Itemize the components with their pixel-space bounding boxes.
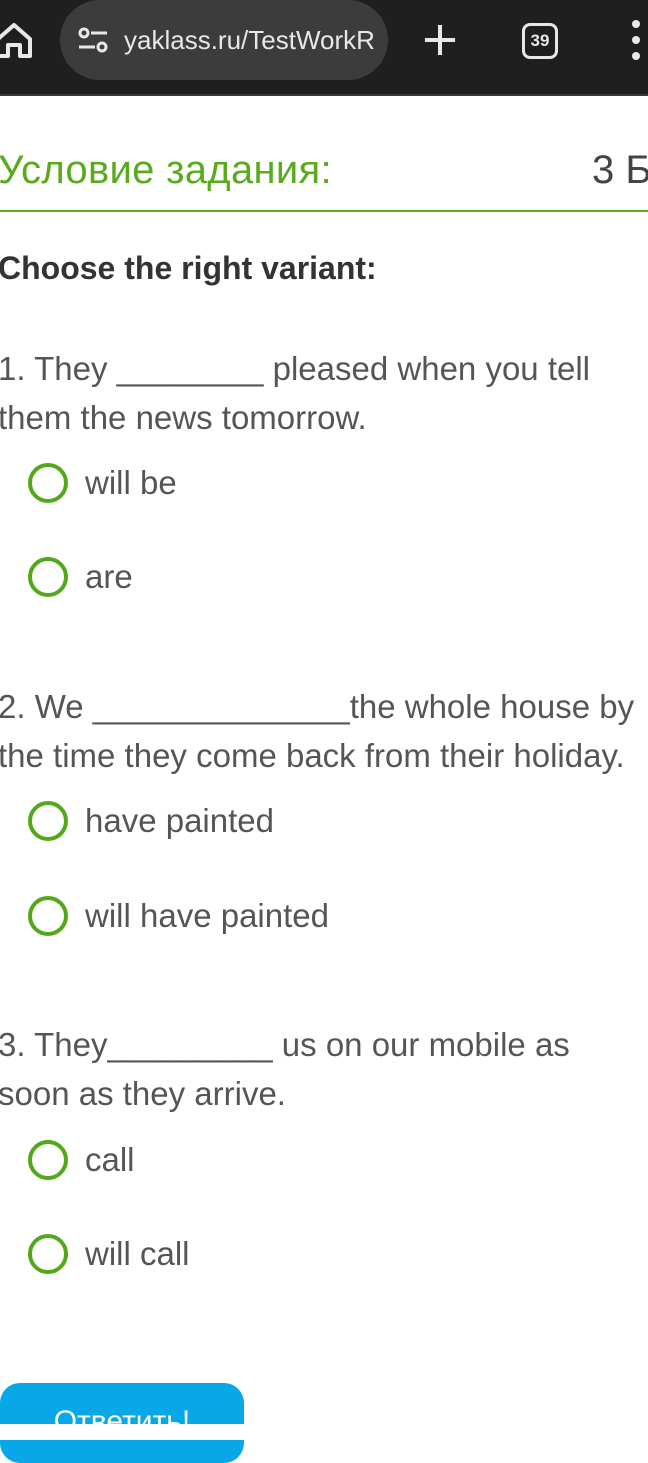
option-label: will call — [85, 1235, 190, 1272]
url-text[interactable]: yaklass.ru/TestWorkRun — [124, 20, 374, 60]
option-label: call — [85, 1141, 135, 1178]
question-1-option-2[interactable]: are — [28, 553, 133, 601]
address-bar[interactable]: yaklass.ru/TestWorkRun — [60, 0, 388, 80]
radio-button[interactable] — [28, 1234, 68, 1274]
instruction-text: Choose the right variant: — [0, 250, 377, 286]
option-label: are — [85, 558, 133, 595]
question-1-text: 1. They ________ pleased when you tell t… — [0, 350, 591, 436]
task-title: Условие задания: — [0, 148, 332, 192]
question-3-option-1[interactable]: call — [28, 1136, 135, 1184]
home-icon[interactable] — [0, 20, 34, 60]
radio-button[interactable] — [28, 801, 68, 841]
radio-button[interactable] — [28, 463, 68, 503]
question-3-option-2[interactable]: will call — [28, 1230, 190, 1278]
task-points: 3 Б. — [592, 148, 648, 192]
more-menu-icon[interactable] — [626, 18, 646, 62]
question-2-option-1[interactable]: have painted — [28, 797, 274, 845]
radio-button[interactable] — [28, 557, 68, 597]
new-tab-icon[interactable] — [420, 20, 460, 60]
site-settings-icon[interactable] — [78, 26, 108, 54]
option-label: will have painted — [85, 897, 329, 934]
option-label: will be — [85, 464, 177, 501]
task-header: Условие задания: 3 Б. — [0, 98, 648, 212]
question-2-option-2[interactable]: will have painted — [28, 892, 329, 940]
radio-button[interactable] — [28, 896, 68, 936]
viewport-bottom-edge — [0, 1424, 648, 1440]
submit-answer-button[interactable]: Ответить! — [0, 1383, 244, 1463]
tab-switcher-button[interactable]: 39 — [522, 23, 558, 59]
browser-toolbar: yaklass.ru/TestWorkRun 39 — [0, 0, 648, 96]
question-1-option-1[interactable]: will be — [28, 459, 177, 507]
option-label: have painted — [85, 802, 274, 839]
question-3-text: 3. They_________ us on our mobile as soo… — [0, 1026, 570, 1112]
radio-button[interactable] — [28, 1140, 68, 1180]
question-2-text: 2. We ______________the whole house by t… — [0, 688, 635, 774]
